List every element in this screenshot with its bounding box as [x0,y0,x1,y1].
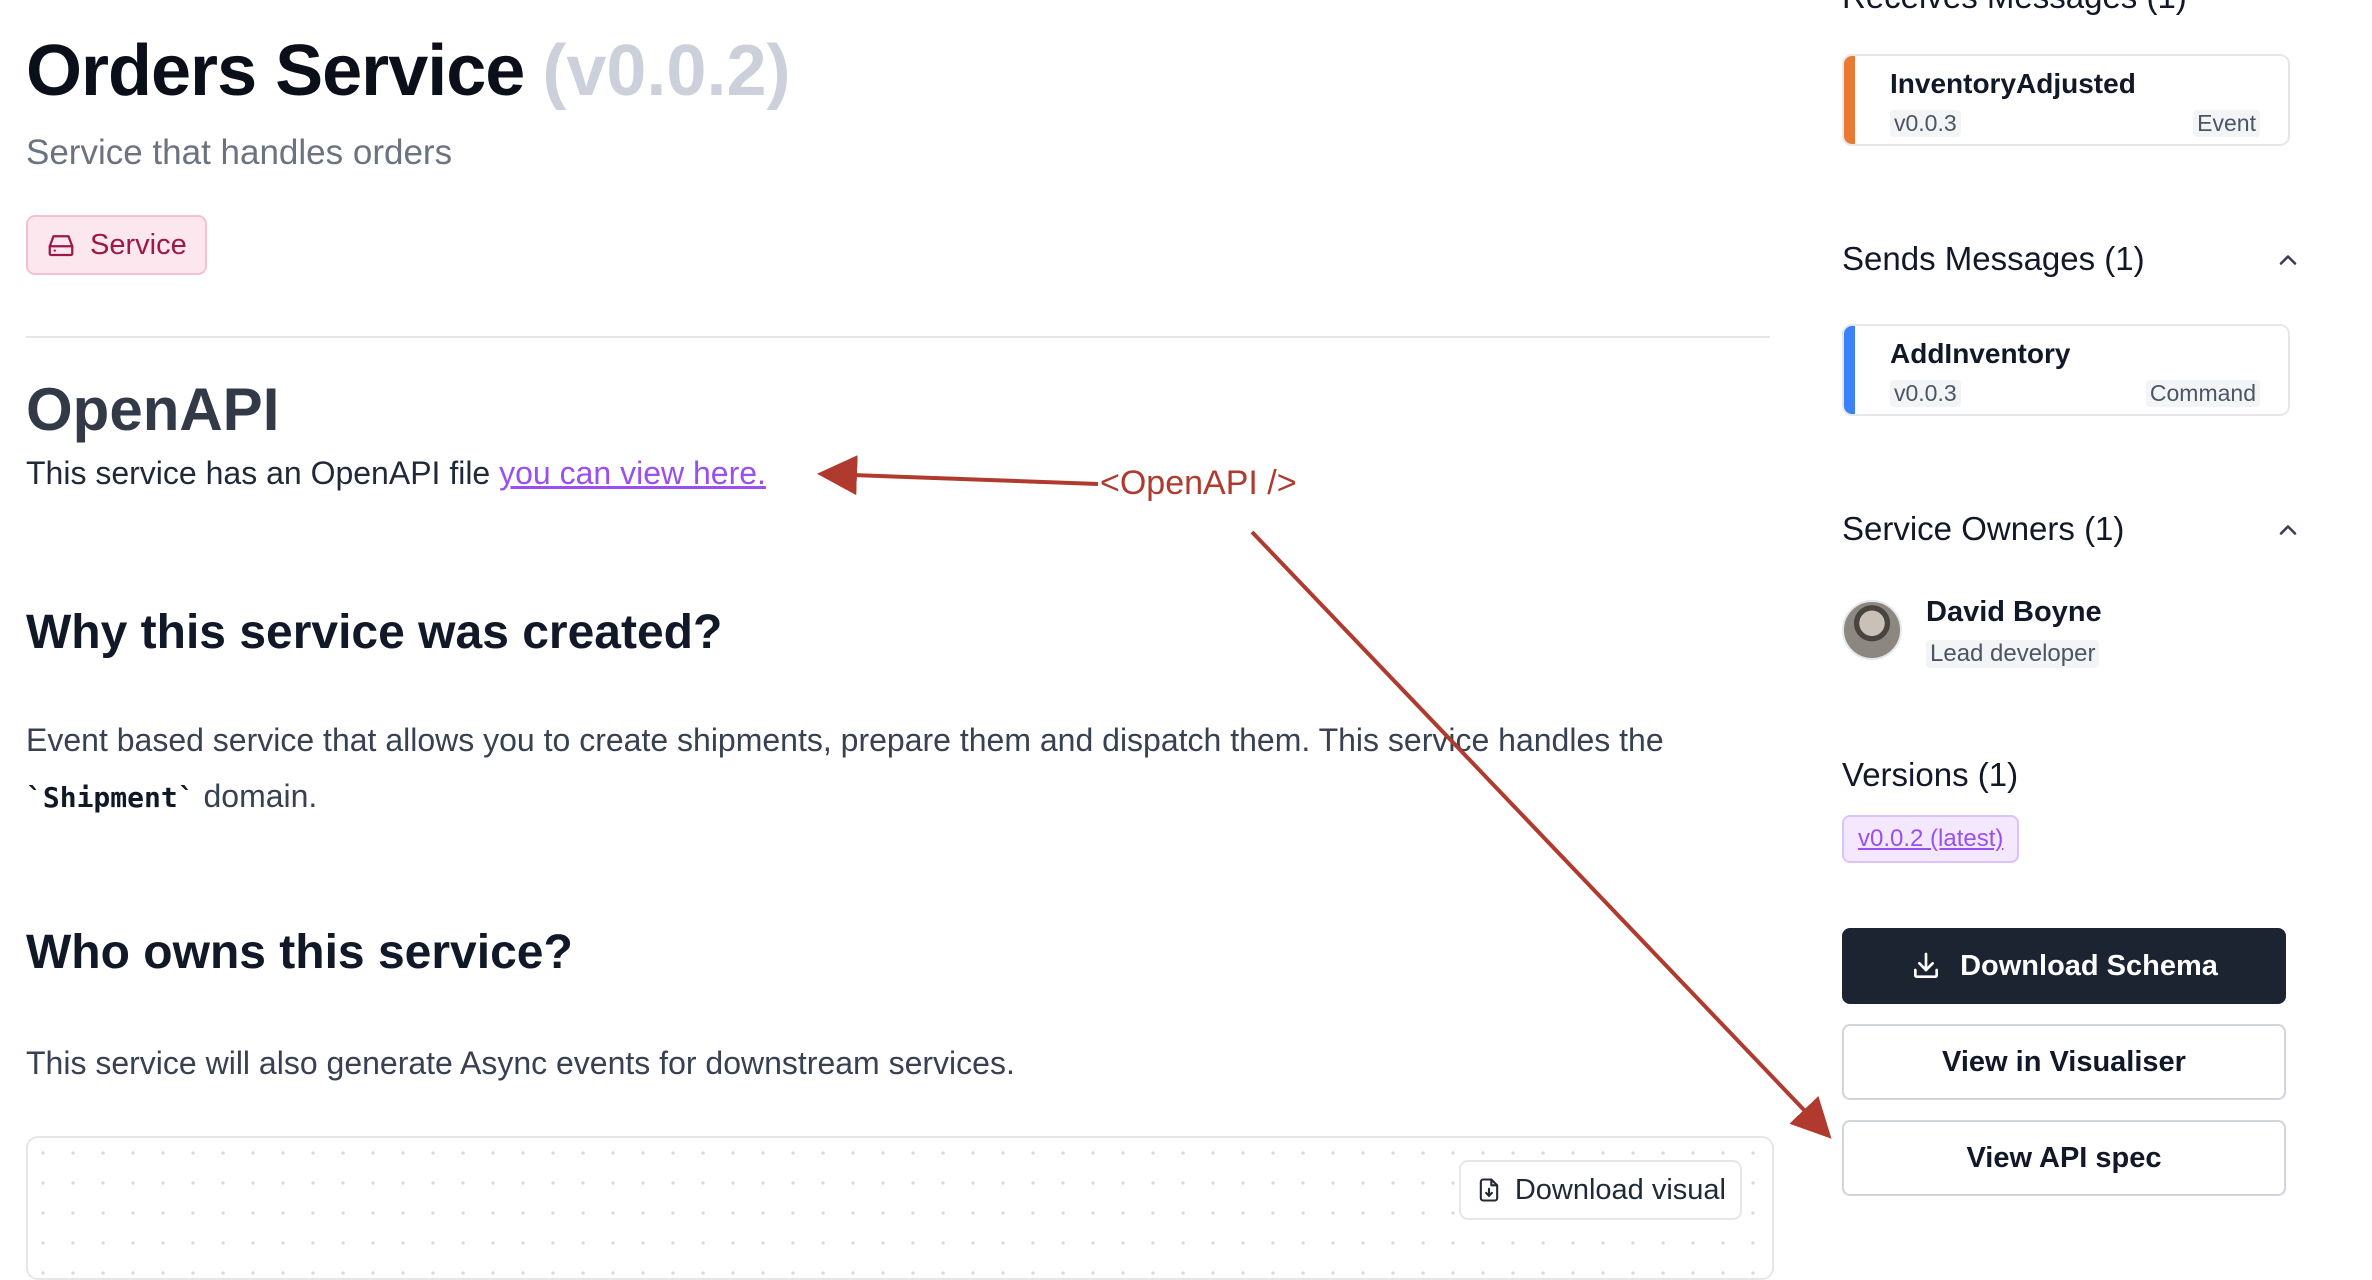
message-card-inventoryadjusted[interactable]: InventoryAdjusted v0.0.3 Event [1842,54,2290,146]
service-badge: Service [26,215,207,275]
openapi-link[interactable]: you can view here. [499,455,766,491]
message-type-bar [1844,56,1855,144]
annotation-arrow-link [817,455,1099,496]
who-paragraph: This service will also generate Async ev… [26,1045,1015,1081]
file-download-icon [1479,1178,1499,1202]
versions-heading: Versions (1) [1842,756,2019,793]
who-heading: Who owns this service? [26,926,573,979]
why-text: Event based service that allows you to c… [26,722,1664,758]
download-visual-button[interactable]: Download visual [1458,1160,1742,1220]
download-icon [1914,952,1939,978]
page-title-row: Orders Service (v0.0.2) [26,30,790,112]
chevron-up-icon[interactable] [2274,246,2302,274]
openapi-text: This service has an OpenAPI file [26,455,500,491]
owner-role: Lead developer [1926,640,2100,668]
server-icon [48,235,74,257]
why-heading: Why this service was created? [26,606,723,659]
service-badge-label: Service [90,228,187,261]
divider [26,336,1770,338]
sends-heading: Sends Messages (1) [1842,240,2145,277]
chevron-up-icon[interactable] [2274,516,2302,544]
download-schema-label: Download Schema [1960,949,2218,982]
annotation-label: <OpenAPI /> [1100,464,1297,502]
page-title: Orders Service [26,31,525,111]
message-type: Command [2145,380,2260,407]
service-version: (v0.0.2) [542,31,791,111]
download-schema-button[interactable]: Download Schema [1842,928,2286,1004]
download-visual-label: Download visual [1514,1173,1726,1206]
owner-name[interactable]: David Boyne [1926,596,2102,629]
why-paragraph: Event based service that allows you to c… [26,712,1756,826]
message-card-addinventory[interactable]: AddInventory v0.0.3 Command [1842,324,2290,416]
message-type: Event [2193,110,2260,137]
openapi-heading: OpenAPI [26,376,280,443]
why-text-end: domain. [194,778,318,814]
message-name: InventoryAdjusted [1890,68,2136,99]
avatar [1842,600,1902,660]
message-version: v0.0.3 [1890,380,1961,407]
owners-heading: Service Owners (1) [1842,510,2125,547]
message-version: v0.0.3 [1890,110,1961,137]
message-type-bar [1844,326,1855,414]
view-visualiser-button[interactable]: View in Visualiser [1842,1024,2286,1100]
visualiser-canvas[interactable]: Download visual [26,1136,1774,1280]
view-api-spec-button[interactable]: View API spec [1842,1120,2286,1196]
message-name: AddInventory [1890,338,2071,369]
version-badge[interactable]: v0.0.2 (latest) [1842,815,2020,863]
receives-heading: Receives Messages (1) [1842,0,2187,16]
openapi-paragraph: This service has an OpenAPI file you can… [26,455,766,492]
page-subtitle: Service that handles orders [26,133,453,172]
shipment-code: `Shipment` [26,781,195,814]
